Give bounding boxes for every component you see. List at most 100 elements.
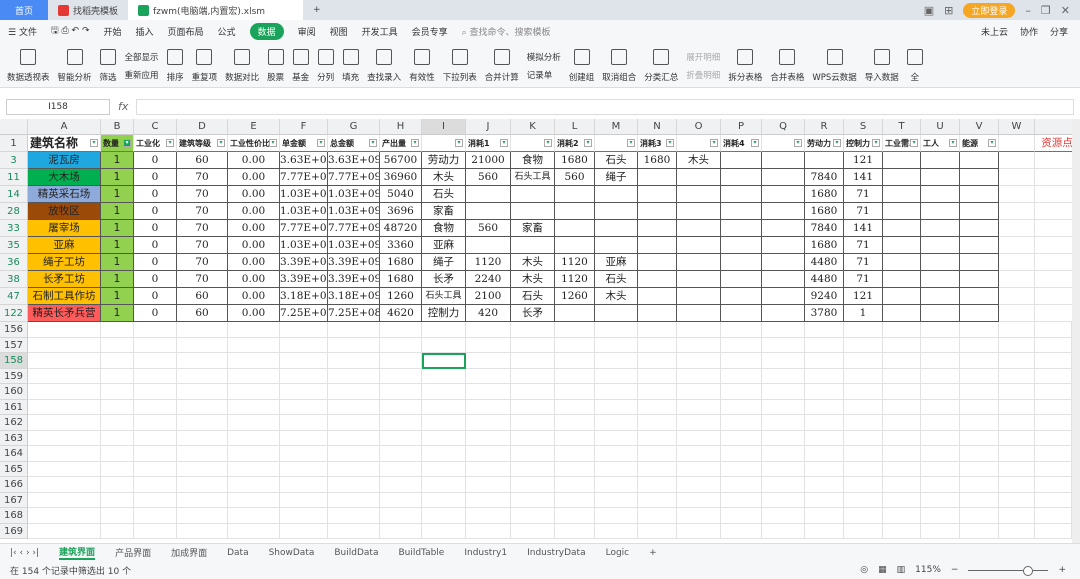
building-name-cell[interactable]: 放牧区 bbox=[28, 203, 101, 220]
table-cell[interactable] bbox=[1035, 446, 1072, 462]
column-header-P[interactable]: P bbox=[721, 119, 762, 135]
column-header-H[interactable]: H bbox=[380, 119, 422, 135]
table-cell[interactable] bbox=[511, 492, 555, 508]
sheet-tab[interactable]: 产品界面 bbox=[115, 546, 151, 559]
table-cell[interactable] bbox=[960, 169, 999, 186]
table-cell[interactable] bbox=[883, 254, 921, 271]
table-cell[interactable] bbox=[466, 337, 511, 353]
fx-icon[interactable]: fx bbox=[118, 100, 128, 113]
table-cell[interactable] bbox=[555, 446, 595, 462]
sheet-tab[interactable]: BuildTable bbox=[398, 548, 444, 558]
table-cell[interactable] bbox=[328, 337, 380, 353]
table-cell[interactable] bbox=[921, 237, 960, 254]
table-cell[interactable] bbox=[999, 523, 1035, 539]
table-cell[interactable] bbox=[844, 430, 883, 446]
table-cell[interactable] bbox=[960, 492, 999, 508]
ribbon-btn[interactable]: 数据透视表 bbox=[4, 49, 53, 83]
header-cell[interactable]: 消耗3 ▾ bbox=[638, 135, 677, 152]
table-cell[interactable] bbox=[883, 322, 921, 338]
table-cell[interactable] bbox=[677, 523, 721, 539]
table-cell[interactable] bbox=[228, 368, 280, 384]
table-cell[interactable] bbox=[762, 220, 805, 237]
table-cell[interactable]: 3696 bbox=[380, 203, 422, 220]
table-cell[interactable] bbox=[844, 399, 883, 415]
table-cell[interactable] bbox=[328, 430, 380, 446]
column-header-W[interactable]: W bbox=[999, 119, 1035, 135]
table-cell[interactable] bbox=[805, 152, 844, 169]
table-cell[interactable] bbox=[280, 492, 328, 508]
table-cell[interactable] bbox=[721, 305, 762, 322]
table-cell[interactable]: 石头工具 bbox=[511, 169, 555, 186]
table-cell[interactable] bbox=[280, 523, 328, 539]
table-cell[interactable] bbox=[134, 430, 177, 446]
table-cell[interactable] bbox=[511, 203, 555, 220]
table-cell[interactable] bbox=[960, 152, 999, 169]
table-cell[interactable] bbox=[883, 477, 921, 493]
table-cell[interactable] bbox=[422, 322, 466, 338]
table-cell[interactable]: 1 bbox=[101, 169, 134, 186]
table-cell[interactable] bbox=[1035, 492, 1072, 508]
building-name-cell[interactable]: 精英长矛兵营 bbox=[28, 305, 101, 322]
ribbon-small-btn[interactable]: 记录单 bbox=[527, 69, 561, 81]
column-header-J[interactable]: J bbox=[466, 119, 511, 135]
restore-button[interactable]: ❐ bbox=[1041, 4, 1051, 17]
zoom-slider[interactable] bbox=[968, 565, 1049, 576]
table-cell[interactable] bbox=[638, 523, 677, 539]
header-cell[interactable]: ▾ bbox=[422, 135, 466, 152]
table-cell[interactable] bbox=[511, 399, 555, 415]
table-cell[interactable] bbox=[883, 508, 921, 524]
table-cell[interactable] bbox=[999, 384, 1035, 400]
table-cell[interactable] bbox=[844, 446, 883, 462]
table-cell[interactable]: 4620 bbox=[380, 305, 422, 322]
table-cell[interactable] bbox=[677, 399, 721, 415]
table-cell[interactable] bbox=[762, 169, 805, 186]
table-cell[interactable] bbox=[762, 368, 805, 384]
column-header-C[interactable]: C bbox=[134, 119, 177, 135]
table-cell[interactable] bbox=[511, 508, 555, 524]
table-cell[interactable]: 1.03E+09 bbox=[280, 203, 328, 220]
ribbon-small-btn[interactable]: 重新应用 bbox=[125, 69, 159, 81]
table-cell[interactable] bbox=[177, 322, 228, 338]
table-cell[interactable] bbox=[638, 169, 677, 186]
table-cell[interactable]: 3.63E+09 bbox=[280, 152, 328, 169]
table-cell[interactable]: 36960 bbox=[380, 169, 422, 186]
table-cell[interactable] bbox=[999, 461, 1035, 477]
table-cell[interactable] bbox=[101, 508, 134, 524]
table-cell[interactable] bbox=[422, 492, 466, 508]
header-cell[interactable]: 产出量 ▾ bbox=[380, 135, 422, 152]
table-cell[interactable] bbox=[134, 384, 177, 400]
table-cell[interactable] bbox=[328, 368, 380, 384]
table-cell[interactable] bbox=[280, 430, 328, 446]
table-cell[interactable]: 木头 bbox=[677, 152, 721, 169]
table-cell[interactable] bbox=[921, 169, 960, 186]
table-cell[interactable] bbox=[466, 322, 511, 338]
table-cell[interactable] bbox=[511, 461, 555, 477]
table-cell[interactable] bbox=[960, 368, 999, 384]
table-cell[interactable] bbox=[280, 399, 328, 415]
collab-button[interactable]: 协作 bbox=[1020, 25, 1038, 38]
table-cell[interactable] bbox=[466, 508, 511, 524]
table-cell[interactable]: 木头 bbox=[422, 169, 466, 186]
table-cell[interactable] bbox=[422, 461, 466, 477]
table-cell[interactable] bbox=[677, 322, 721, 338]
table-cell[interactable] bbox=[466, 353, 511, 369]
table-cell[interactable] bbox=[638, 288, 677, 305]
table-cell[interactable] bbox=[511, 337, 555, 353]
table-cell[interactable] bbox=[677, 368, 721, 384]
table-cell[interactable]: 1 bbox=[101, 254, 134, 271]
table-cell[interactable]: 70 bbox=[177, 203, 228, 220]
formula-input[interactable] bbox=[136, 98, 1074, 115]
table-cell[interactable] bbox=[960, 322, 999, 338]
table-cell[interactable] bbox=[280, 508, 328, 524]
table-cell[interactable] bbox=[999, 415, 1035, 431]
filter-dropdown-icon[interactable]: ▾ bbox=[751, 139, 759, 147]
column-header-F[interactable]: F bbox=[280, 119, 328, 135]
table-cell[interactable] bbox=[595, 237, 638, 254]
table-cell[interactable]: 1 bbox=[844, 305, 883, 322]
table-cell[interactable] bbox=[960, 430, 999, 446]
table-cell[interactable]: 绳子 bbox=[422, 254, 466, 271]
table-cell[interactable] bbox=[28, 399, 101, 415]
table-cell[interactable]: 1680 bbox=[555, 152, 595, 169]
table-cell[interactable]: 1 bbox=[101, 305, 134, 322]
tab-workbook[interactable]: fzwm(电脑端,内置宏).xlsm bbox=[128, 0, 304, 20]
